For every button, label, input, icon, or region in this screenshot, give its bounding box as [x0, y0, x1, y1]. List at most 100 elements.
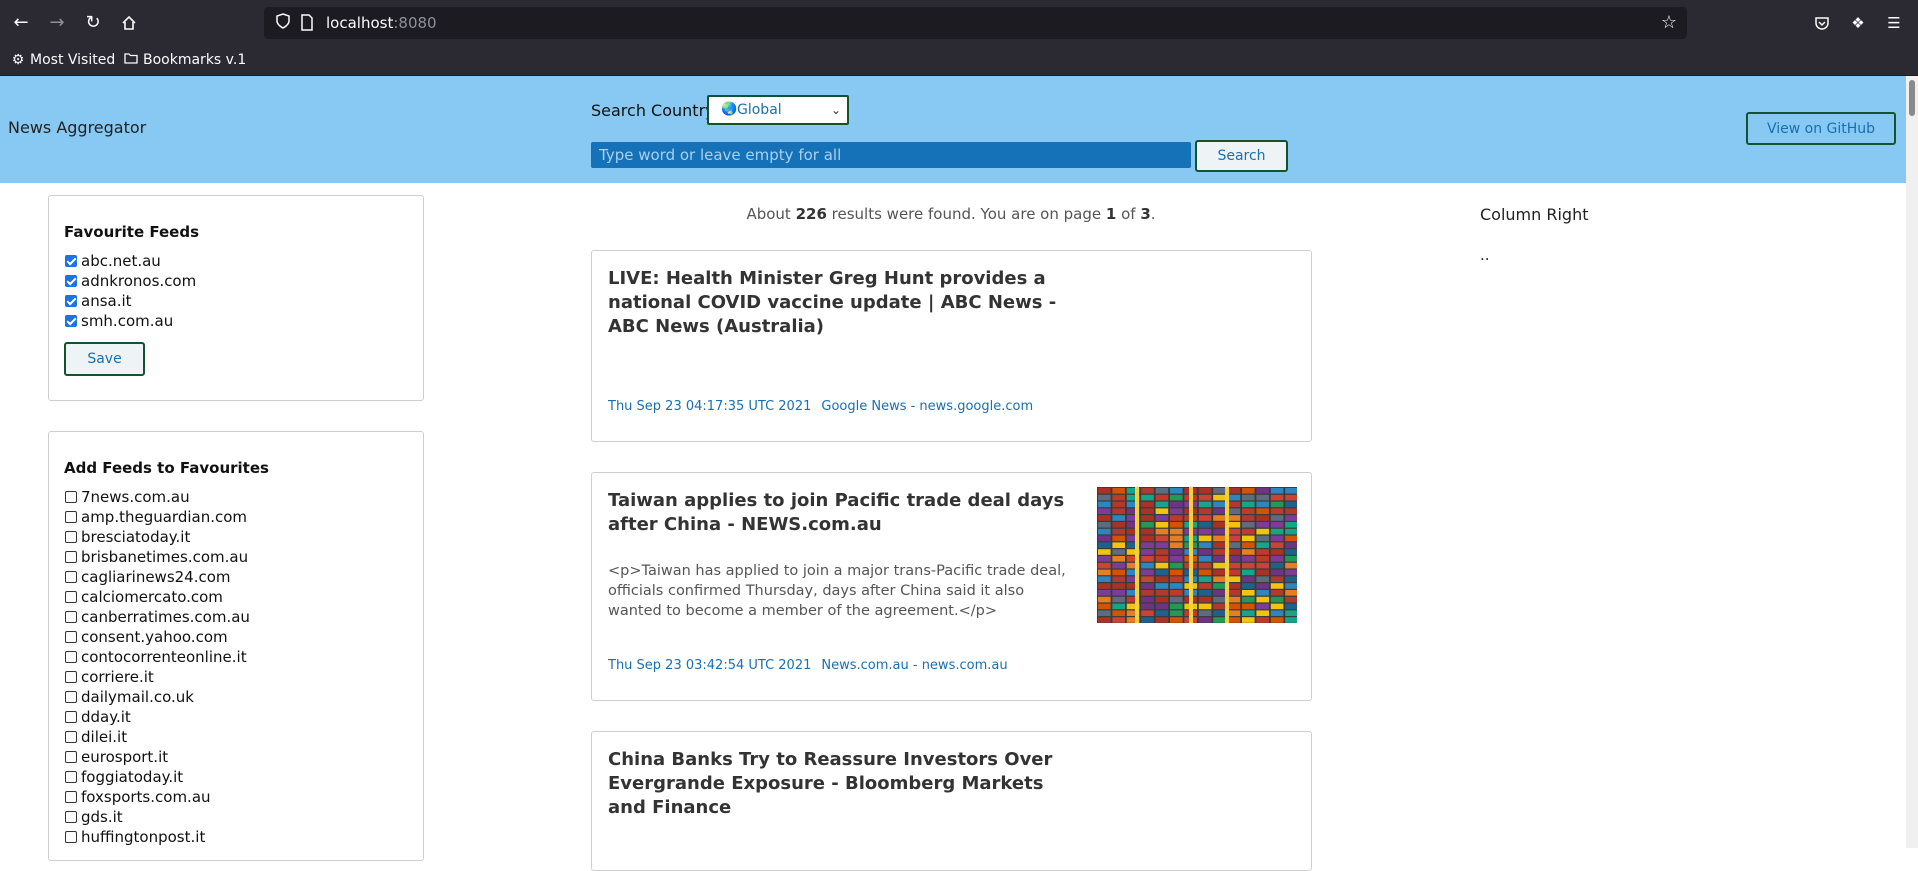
url-text[interactable]: localhost:8080: [326, 13, 437, 33]
feed-item[interactable]: huffingtonpost.it: [65, 827, 250, 847]
home-icon[interactable]: [117, 11, 141, 35]
extension-icon[interactable]: ❖: [1847, 12, 1869, 34]
feed-item[interactable]: 7news.com.au: [65, 487, 250, 507]
reload-icon[interactable]: ↻: [81, 11, 105, 35]
feed-item[interactable]: adnkronos.com: [65, 271, 196, 291]
bookmark-folder[interactable]: Bookmarks v.1: [123, 50, 246, 70]
feed-label: canberratimes.com.au: [81, 608, 250, 626]
feed-item[interactable]: dday.it: [65, 707, 250, 727]
article-card: China Banks Try to Reassure Investors Ov…: [591, 731, 1312, 871]
view-on-github-button[interactable]: View on GitHub: [1746, 112, 1896, 145]
feed-item[interactable]: consent.yahoo.com: [65, 627, 250, 647]
country-selected-value: Global: [737, 102, 782, 118]
article-card: Taiwan applies to join Pacific trade dea…: [591, 472, 1312, 701]
feed-checkbox[interactable]: [65, 551, 77, 563]
feed-checkbox[interactable]: [65, 771, 77, 783]
feed-checkbox[interactable]: [65, 531, 77, 543]
feed-checkbox[interactable]: [65, 671, 77, 683]
feed-checkbox[interactable]: [65, 295, 77, 307]
feed-item[interactable]: calciomercato.com: [65, 587, 250, 607]
feed-checkbox[interactable]: [65, 611, 77, 623]
feed-checkbox[interactable]: [65, 255, 77, 267]
feed-checkbox[interactable]: [65, 711, 77, 723]
feed-item[interactable]: cagliarinews24.com: [65, 567, 250, 587]
feed-item[interactable]: contocorrenteonline.it: [65, 647, 250, 667]
feed-checkbox[interactable]: [65, 731, 77, 743]
favourite-feeds-title: Favourite Feeds: [64, 223, 200, 241]
feed-item[interactable]: canberratimes.com.au: [65, 607, 250, 627]
feed-label: consent.yahoo.com: [81, 628, 228, 646]
feed-item[interactable]: ansa.it: [65, 291, 196, 311]
feed-item[interactable]: dailymail.co.uk: [65, 687, 250, 707]
article-title[interactable]: China Banks Try to Reassure Investors Ov…: [608, 748, 1068, 820]
bookmark-most-visited[interactable]: ⚙ Most Visited: [10, 50, 116, 70]
feed-item[interactable]: dilei.it: [65, 727, 250, 747]
page-scrollbar[interactable]: [1906, 76, 1918, 848]
search-button[interactable]: Search: [1195, 140, 1288, 172]
forward-arrow-icon[interactable]: →: [45, 11, 69, 35]
results-count: 226: [795, 205, 827, 223]
results-prefix: About: [746, 205, 796, 223]
article-source[interactable]: Google News - news.google.com: [821, 399, 1033, 414]
feed-item[interactable]: smh.com.au: [65, 311, 196, 331]
feed-item[interactable]: corriere.it: [65, 667, 250, 687]
article-source[interactable]: News.com.au - news.com.au: [821, 658, 1007, 673]
feed-checkbox[interactable]: [65, 811, 77, 823]
pocket-icon[interactable]: [1811, 12, 1833, 34]
feed-checkbox[interactable]: [65, 791, 77, 803]
feed-label: amp.theguardian.com: [81, 508, 248, 526]
feed-checkbox[interactable]: [65, 275, 77, 287]
feed-item[interactable]: amp.theguardian.com: [65, 507, 250, 527]
feed-checkbox[interactable]: [65, 315, 77, 327]
feed-label: dday.it: [81, 708, 131, 726]
back-arrow-icon[interactable]: ←: [9, 11, 33, 35]
feed-label: corriere.it: [81, 668, 154, 686]
feed-label: adnkronos.com: [81, 272, 197, 290]
feed-item[interactable]: bresciatoday.it: [65, 527, 250, 547]
feed-item[interactable]: foxsports.com.au: [65, 787, 250, 807]
feed-label: brisbanetimes.com.au: [81, 548, 249, 566]
article-title[interactable]: LIVE: Health Minister Greg Hunt provides…: [608, 267, 1068, 339]
bookmarks-toolbar: ⚙ Most Visited Bookmarks v.1: [0, 46, 1918, 76]
save-button[interactable]: Save: [64, 342, 145, 376]
feed-checkbox[interactable]: [65, 511, 77, 523]
feed-label: eurosport.it: [81, 748, 169, 766]
feed-label: calciomercato.com: [81, 588, 223, 606]
page-icon[interactable]: [300, 14, 316, 32]
feed-checkbox[interactable]: [65, 571, 77, 583]
right-column-title: Column Right: [1480, 205, 1589, 224]
feed-checkbox[interactable]: [65, 651, 77, 663]
feed-item[interactable]: abc.net.au: [65, 251, 196, 271]
country-select[interactable]: 🌏 Global ⌄: [707, 95, 849, 125]
total-pages: 3: [1140, 205, 1151, 223]
gear-icon: ⚙: [11, 52, 25, 68]
feed-checkbox[interactable]: [65, 491, 77, 503]
feed-checkbox[interactable]: [65, 751, 77, 763]
scrollbar-thumb[interactable]: [1909, 80, 1915, 116]
address-bar[interactable]: localhost:8080 ☆: [264, 7, 1687, 39]
feed-checkbox[interactable]: [65, 831, 77, 843]
chevron-down-icon: ⌄: [830, 103, 841, 117]
feed-label: cagliarinews24.com: [81, 568, 231, 586]
results-of: of: [1116, 205, 1141, 223]
favourite-feeds-list: abc.net.au adnkronos.com ansa.it smh.com.au: [65, 251, 196, 331]
results-suffix: .: [1150, 205, 1156, 223]
feed-checkbox[interactable]: [65, 691, 77, 703]
hamburger-menu-icon[interactable]: ☰: [1883, 12, 1905, 34]
feed-item[interactable]: foggiatoday.it: [65, 767, 250, 787]
feed-item[interactable]: brisbanetimes.com.au: [65, 547, 250, 567]
article-title[interactable]: Taiwan applies to join Pacific trade dea…: [608, 489, 1068, 537]
tracking-shield-icon[interactable]: [274, 13, 292, 31]
bookmark-star-icon[interactable]: ☆: [1661, 12, 1677, 34]
feed-item[interactable]: gds.it: [65, 807, 250, 827]
folder-icon: [123, 50, 139, 70]
feed-label: dilei.it: [81, 728, 128, 746]
article-description: <p>Taiwan has applied to join a major tr…: [608, 563, 1066, 619]
url-host: localhost: [326, 14, 394, 32]
feed-item[interactable]: eurosport.it: [65, 747, 250, 767]
feed-checkbox[interactable]: [65, 591, 77, 603]
feed-checkbox[interactable]: [65, 631, 77, 643]
article-image[interactable]: [1097, 487, 1297, 623]
add-feeds-title: Add Feeds to Favourites: [64, 459, 269, 477]
search-input[interactable]: [591, 142, 1191, 168]
